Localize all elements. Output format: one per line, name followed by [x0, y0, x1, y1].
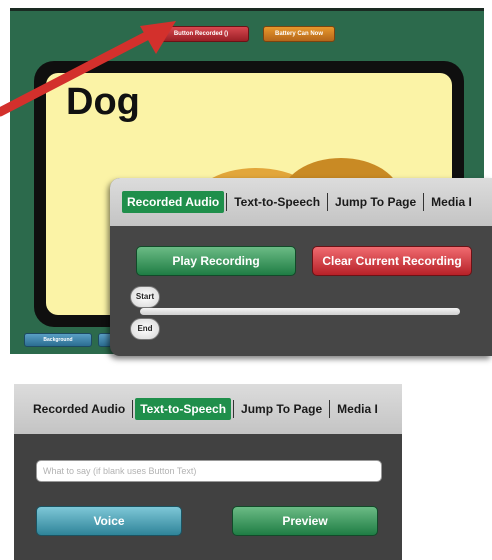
- text-to-speech-panel: Recorded Audio Text-to-Speech Jump To Pa…: [14, 384, 402, 560]
- panel-tab-bar: Recorded Audio Text-to-Speech Jump To Pa…: [14, 384, 402, 434]
- voice-button[interactable]: Voice: [36, 506, 182, 536]
- tab-divider: [329, 400, 331, 418]
- tab-divider: [233, 400, 235, 418]
- slider-start-handle[interactable]: Start: [130, 286, 160, 308]
- tab-recorded-audio[interactable]: Recorded Audio: [122, 191, 225, 213]
- panel-tab-bar: Recorded Audio Text-to-Speech Jump To Pa…: [110, 178, 492, 226]
- clear-recording-button[interactable]: Clear Current Recording: [312, 246, 472, 276]
- recorded-audio-panel: Recorded Audio Text-to-Speech Jump To Pa…: [110, 178, 492, 356]
- preview-button[interactable]: Preview: [232, 506, 378, 536]
- tab-divider: [226, 193, 228, 211]
- speech-text-input[interactable]: [36, 460, 382, 482]
- tab-media[interactable]: Media I: [332, 398, 383, 420]
- tab-text-to-speech[interactable]: Text-to-Speech: [229, 191, 325, 213]
- tab-jump-to-page[interactable]: Jump To Page: [330, 191, 421, 213]
- tab-divider: [327, 193, 329, 211]
- tab-divider: [132, 400, 134, 418]
- tab-text-to-speech[interactable]: Text-to-Speech: [135, 398, 232, 420]
- play-recording-button[interactable]: Play Recording: [136, 246, 296, 276]
- slider-end-handle[interactable]: End: [130, 318, 160, 340]
- background-button[interactable]: Background: [24, 333, 92, 347]
- tab-media[interactable]: Media I: [426, 191, 477, 213]
- tab-recorded-audio[interactable]: Recorded Audio: [28, 398, 130, 420]
- recorded-button-top[interactable]: Button Recorded (): [153, 26, 249, 42]
- battery-button-top[interactable]: Battery Can Now: [263, 26, 335, 42]
- tab-divider: [423, 193, 425, 211]
- recording-range-slider[interactable]: [140, 308, 460, 315]
- tab-jump-to-page[interactable]: Jump To Page: [236, 398, 327, 420]
